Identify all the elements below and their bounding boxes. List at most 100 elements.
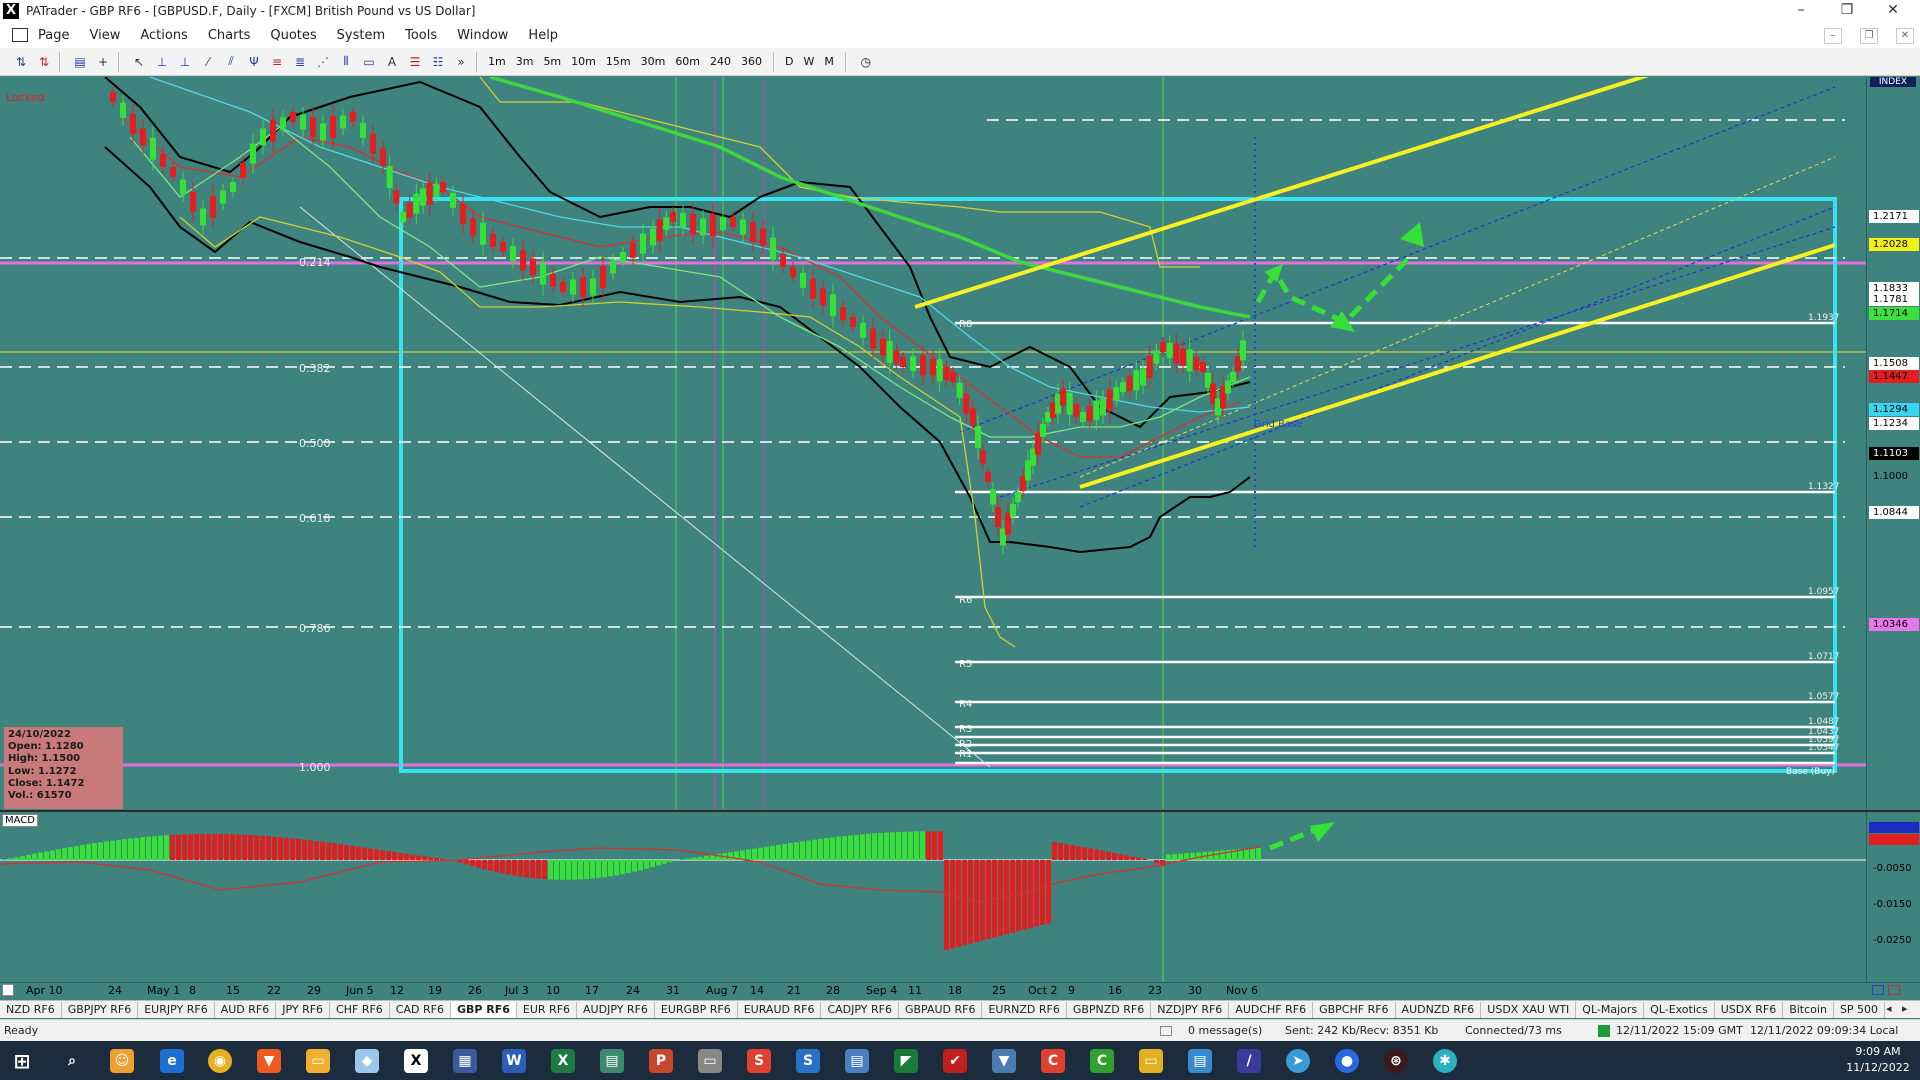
app-icon[interactable]: ▤ — [845, 1049, 869, 1073]
app-icon[interactable]: C — [1090, 1049, 1114, 1073]
symbol-tab[interactable]: GBP RF6 — [450, 1001, 517, 1018]
app-icon[interactable]: ▤ — [600, 1049, 624, 1073]
symbol-tab[interactable]: JPY RF6 — [276, 1001, 331, 1018]
chart-icon[interactable]: ▤ — [71, 53, 89, 71]
timeframe-1m[interactable]: 1m — [483, 55, 511, 68]
symbol-tab[interactable]: USDX XAU WTI — [1481, 1001, 1577, 1018]
symbol-tab[interactable]: CHF RF6 — [330, 1001, 390, 1018]
symbol-tab[interactable]: GBPNZD RF6 — [1067, 1001, 1152, 1018]
zoom-icon[interactable]: ● — [1335, 1049, 1359, 1073]
symbol-tab[interactable]: USDX RF6 — [1715, 1001, 1784, 1018]
close-button[interactable]: ✕ — [1870, 0, 1916, 22]
period-weekly[interactable]: W — [799, 55, 820, 68]
app-icon[interactable]: C — [1041, 1049, 1065, 1073]
status-messages[interactable]: 0 message(s) — [1188, 1024, 1262, 1037]
fibonacci-icon[interactable]: ≡ — [268, 53, 286, 71]
cycle-lines-icon[interactable]: ⦀ — [337, 53, 355, 71]
trend-line-icon[interactable]: ⁄ — [199, 53, 217, 71]
menu-view[interactable]: View — [79, 28, 130, 43]
app-icon[interactable]: ✔ — [943, 1049, 967, 1073]
sell-arrows-icon[interactable]: ⇅ — [35, 53, 53, 71]
clock-icon[interactable]: ◷ — [857, 53, 875, 71]
zoom-out-icon[interactable] — [1872, 985, 1884, 995]
telegram-icon[interactable]: ➤ — [1286, 1049, 1310, 1073]
timeframe-30m[interactable]: 30m — [636, 55, 671, 68]
symbol-tab[interactable]: Bitcoin — [1783, 1001, 1834, 1018]
minimize-button[interactable]: – — [1778, 0, 1824, 22]
system-clock[interactable]: 9:09 AM 11/12/2022 — [1840, 1044, 1916, 1076]
file-explorer-icon[interactable]: ▭ — [306, 1049, 330, 1073]
text-icon[interactable]: A — [383, 53, 401, 71]
symbol-tab[interactable]: QL-Exotics — [1644, 1001, 1715, 1018]
timeframe-60m[interactable]: 60m — [670, 55, 705, 68]
powerpoint-icon[interactable]: P — [649, 1049, 673, 1073]
pointer-icon[interactable]: ↖ — [130, 53, 148, 71]
symbol-tab[interactable]: EURNZD RF6 — [982, 1001, 1067, 1018]
tabs-scroll-right-icon[interactable]: ▸ — [1902, 1002, 1908, 1015]
fib-extension-icon[interactable]: ≣ — [291, 53, 309, 71]
symbol-tab[interactable]: QL-Majors — [1576, 1001, 1645, 1018]
mdi-restore-button[interactable]: ❐ — [1860, 28, 1878, 44]
axis-corner-button[interactable] — [2, 984, 14, 996]
mdi-close-button[interactable]: ✕ — [1896, 28, 1914, 44]
period-monthly[interactable]: M — [819, 55, 839, 68]
more-tools-button[interactable]: » — [452, 53, 470, 71]
timeframe-240[interactable]: 240 — [705, 55, 736, 68]
app-icon[interactable]: ☺ — [110, 1049, 134, 1073]
restore-button[interactable]: ❐ — [1824, 0, 1870, 22]
rectangle-icon[interactable]: ▭ — [360, 53, 378, 71]
symbol-tab[interactable]: AUDNZD RF6 — [1396, 1001, 1482, 1018]
symbol-tab[interactable]: AUD RF6 — [215, 1001, 277, 1018]
timeframe-5m[interactable]: 5m — [538, 55, 566, 68]
channel-icon[interactable]: ⫽ — [222, 53, 240, 71]
menu-system[interactable]: System — [327, 28, 395, 43]
timeframe-15m[interactable]: 15m — [601, 55, 636, 68]
symbol-tab[interactable]: EUR RF6 — [517, 1001, 578, 1018]
crosshair-icon[interactable]: + — [94, 53, 112, 71]
symbol-tab[interactable]: AUDJPY RF6 — [577, 1001, 655, 1018]
symbol-tab[interactable]: GBPCHF RF6 — [1313, 1001, 1396, 1018]
timeframe-10m[interactable]: 10m — [566, 55, 601, 68]
menu-quotes[interactable]: Quotes — [260, 28, 326, 43]
zoom-in-icon[interactable] — [1888, 985, 1900, 995]
chrome-icon[interactable]: ◉ — [208, 1049, 232, 1073]
mail-icon[interactable] — [1160, 1026, 1172, 1036]
app-icon[interactable]: ✱ — [1433, 1049, 1457, 1073]
pivot-lines-icon[interactable]: ☰ — [406, 53, 424, 71]
grid-icon[interactable]: ☷ — [429, 53, 447, 71]
price-chart[interactable]: 0.214 0.382 0.500 0.618 0.786 1.000 R8 R… — [0, 77, 1920, 809]
vertical-line-icon[interactable]: ⊥ — [176, 53, 194, 71]
menu-window[interactable]: Window — [447, 28, 518, 43]
search-icon[interactable]: ⌕ — [60, 1049, 84, 1073]
excel-icon[interactable]: X — [551, 1049, 575, 1073]
app-icon[interactable]: ◤ — [894, 1049, 918, 1073]
word-icon[interactable]: W — [502, 1049, 526, 1073]
symbol-tab[interactable]: GBPAUD RF6 — [899, 1001, 983, 1018]
chart-page-icon[interactable] — [12, 28, 28, 42]
menu-actions[interactable]: Actions — [130, 28, 198, 43]
gann-icon[interactable]: ⋰ — [314, 53, 332, 71]
app-icon[interactable]: ◆ — [355, 1049, 379, 1073]
symbol-tab[interactable]: EURJPY RF6 — [138, 1001, 215, 1018]
menu-help[interactable]: Help — [518, 28, 568, 43]
menu-tools[interactable]: Tools — [395, 28, 447, 43]
app-icon[interactable]: S — [747, 1049, 771, 1073]
calculator-icon[interactable]: ▦ — [453, 1049, 477, 1073]
symbol-tab[interactable]: CAD RF6 — [390, 1001, 451, 1018]
pitchfork-icon[interactable]: Ψ — [245, 53, 263, 71]
app-icon[interactable]: / — [1237, 1049, 1261, 1073]
windows-start-icon[interactable]: ⊞ — [10, 1049, 34, 1073]
menu-page[interactable]: Page — [28, 28, 79, 43]
macd-panel[interactable]: MACD -0.0050 -0.0150 -0.0250 — [0, 810, 1920, 982]
symbol-tab[interactable]: GBPJPY RF6 — [62, 1001, 139, 1018]
symbol-tab[interactable]: EURAUD RF6 — [738, 1001, 822, 1018]
horizontal-line-icon[interactable]: ⊥ — [153, 53, 171, 71]
timeframe-360[interactable]: 360 — [736, 55, 767, 68]
app-icon[interactable]: ▤ — [1188, 1049, 1212, 1073]
symbol-tab[interactable]: SP 500 — [1834, 1001, 1886, 1018]
app-icon[interactable]: S — [796, 1049, 820, 1073]
app-icon[interactable]: ▭ — [698, 1049, 722, 1073]
price-axis[interactable]: 1.2171 1.2028 1.1833 1.1781 1.1714 1.1508 1.14… — [1866, 77, 1920, 809]
mdi-minimize-button[interactable]: – — [1824, 28, 1842, 44]
period-daily[interactable]: D — [780, 55, 798, 68]
